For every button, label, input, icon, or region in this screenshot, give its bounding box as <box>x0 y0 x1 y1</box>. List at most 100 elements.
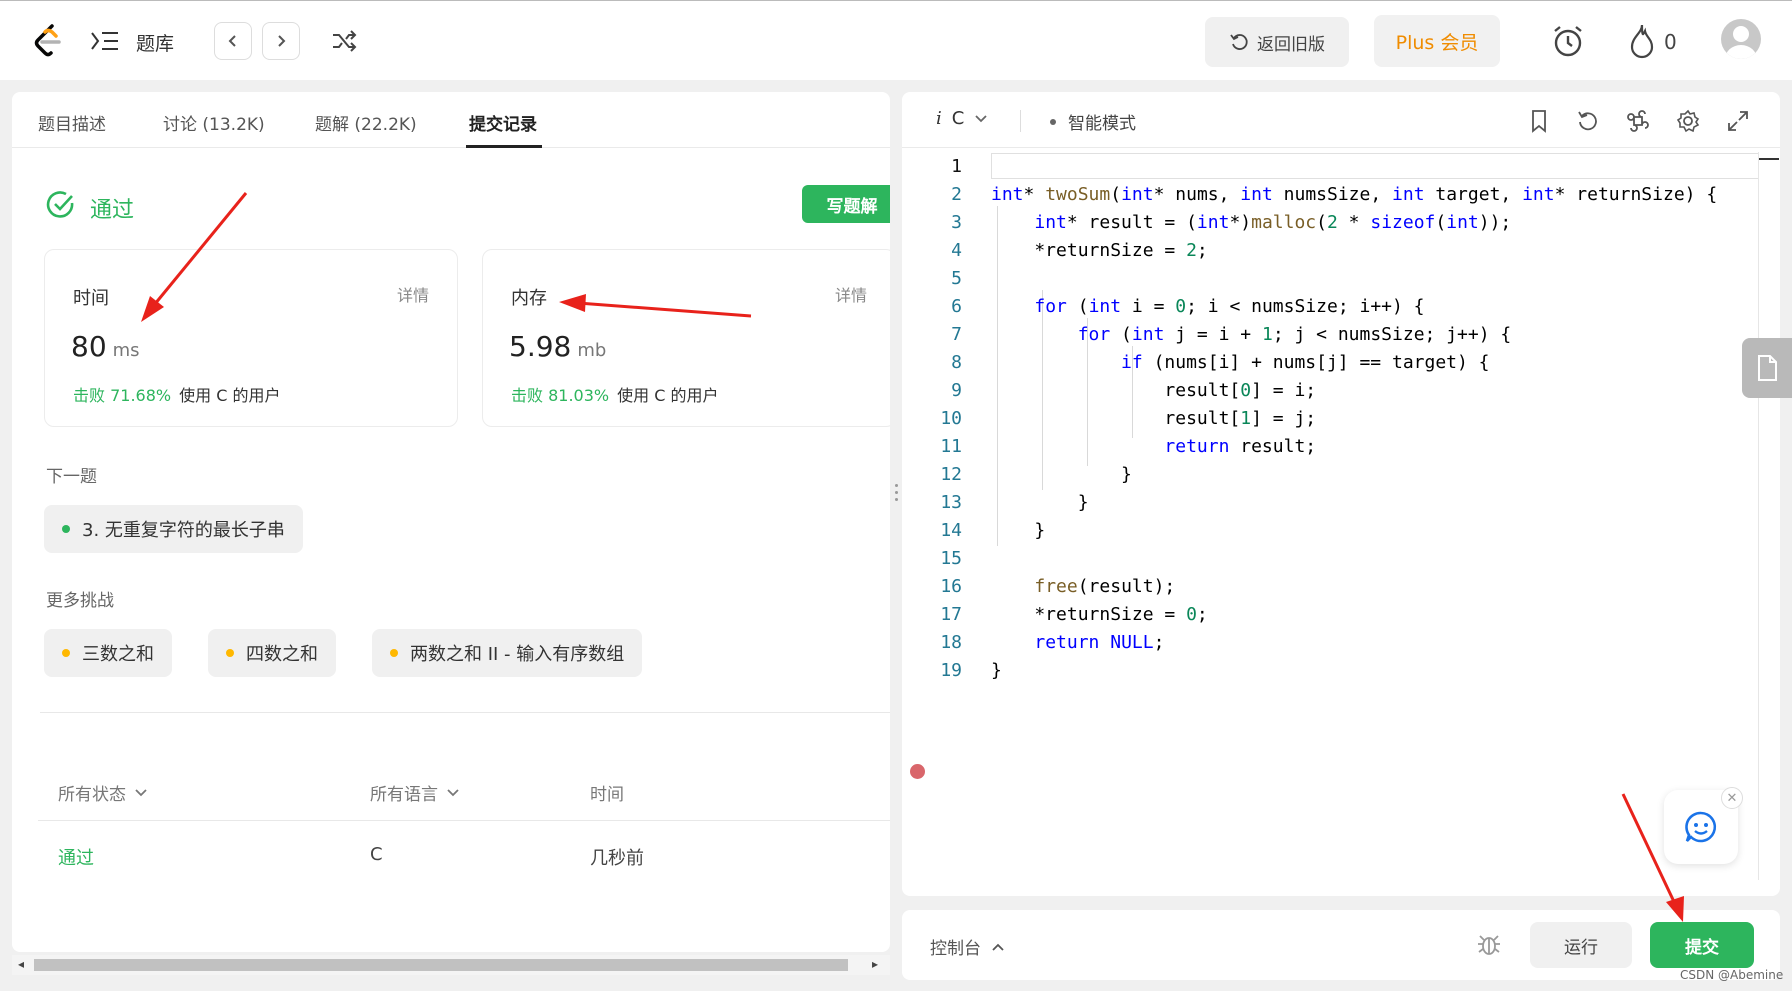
memory-detail-link[interactable]: 详情 <box>835 282 867 306</box>
chevron-down-icon <box>447 788 459 796</box>
settings-gear-icon[interactable] <box>1675 108 1701 134</box>
scroll-right-icon[interactable]: ▸ <box>872 957 878 971</box>
code-text: for (int j = i + 1; j < numsSize; j++) { <box>1077 324 1512 345</box>
line-number: 9 <box>951 380 962 401</box>
code-line: 1 <box>902 156 1772 184</box>
tab-description[interactable]: 题目描述 <box>38 110 106 135</box>
code-area[interactable]: 1 2 int* twoSum(int* nums, int numsSize, … <box>902 152 1772 892</box>
notes-side-tab[interactable] <box>1742 338 1792 398</box>
code-text: *returnSize = 0; <box>991 604 1208 625</box>
scroll-position-marker <box>1759 158 1779 160</box>
bookmark-icon[interactable] <box>1526 108 1552 134</box>
plus-membership-button[interactable]: Plus 会员 <box>1374 15 1500 67</box>
shuffle-icon[interactable] <box>330 27 358 55</box>
challenge-item[interactable]: 四数之和 <box>208 629 336 677</box>
line-number: 3 <box>951 212 962 233</box>
console-toggle[interactable]: 控制台 <box>930 934 1005 959</box>
tab-submissions[interactable]: 提交记录 <box>469 110 537 135</box>
challenge-label: 两数之和 II - 输入有序数组 <box>410 644 625 665</box>
next-problem-button[interactable] <box>262 22 300 60</box>
section-divider <box>40 712 890 713</box>
memory-card: 内存 详情 5.98 mb 击败 81.03% 使用 C 的用户 <box>482 249 890 427</box>
code-text: result[0] = i; <box>991 380 1317 401</box>
code-text: } <box>991 520 1046 541</box>
language-prefix: i <box>936 108 942 129</box>
leetcode-logo-icon[interactable] <box>32 23 66 59</box>
prev-problem-button[interactable] <box>214 22 252 60</box>
horizontal-scrollbar[interactable]: ◂ ▸ <box>12 955 890 975</box>
smart-mode-toggle[interactable]: 智能模式 <box>1050 109 1136 134</box>
row-status-link[interactable]: 通过 <box>58 844 94 870</box>
chat-close-button[interactable]: ✕ <box>1721 787 1743 809</box>
runtime-detail-link[interactable]: 详情 <box>397 282 429 306</box>
code-line: 16 free(result); <box>902 576 1772 604</box>
run-button[interactable]: 运行 <box>1530 922 1632 968</box>
old-version-label: 返回旧版 <box>1257 34 1325 55</box>
scroll-left-icon[interactable]: ◂ <box>18 957 24 971</box>
panel-resize-handle[interactable] <box>893 480 899 510</box>
difficulty-dot <box>62 525 70 533</box>
tab-discussion[interactable]: 讨论 (13.2K) <box>163 110 265 135</box>
chevron-down-icon <box>135 788 147 796</box>
problem-list-icon[interactable] <box>90 29 120 53</box>
runtime-beat-label: 击败 <box>73 386 106 405</box>
line-number: 7 <box>951 324 962 345</box>
challenge-label: 三数之和 <box>82 644 154 665</box>
code-text: if (nums[i] + nums[j] == target) { <box>1121 352 1490 373</box>
mode-dot <box>1050 118 1056 125</box>
editor-vertical-scrollbar[interactable] <box>1758 152 1779 880</box>
line-number: 12 <box>940 464 962 485</box>
close-icon: ✕ <box>1726 790 1738 806</box>
debug-bug-icon[interactable] <box>1475 930 1503 958</box>
toolbar-separator <box>1020 110 1021 132</box>
code-line: 15 <box>902 548 1772 576</box>
next-problem-link[interactable]: 3. 无重复字符的最长子串 <box>44 505 303 553</box>
avatar-placeholder-icon <box>1725 26 1757 59</box>
submission-status: 通过 <box>90 198 135 223</box>
user-avatar[interactable] <box>1721 19 1761 59</box>
line-number: 11 <box>940 436 962 457</box>
breakpoint-marker[interactable] <box>910 764 925 779</box>
language-label: C <box>951 108 965 129</box>
language-select[interactable]: i C <box>936 108 988 129</box>
fire-streak-icon[interactable] <box>1628 23 1656 59</box>
smart-mode-label: 智能模式 <box>1068 114 1136 134</box>
shortcut-command-icon[interactable] <box>1625 108 1651 134</box>
language-filter[interactable]: 所有语言 <box>370 780 460 805</box>
line-number: 16 <box>940 576 962 597</box>
status-filter-label: 所有状态 <box>58 785 126 805</box>
line-number: 8 <box>951 352 962 373</box>
difficulty-dot <box>390 649 398 657</box>
language-filter-label: 所有语言 <box>370 785 438 805</box>
code-line: 5 <box>902 268 1772 296</box>
memory-value: 5.98 <box>509 330 572 363</box>
write-solution-button[interactable]: 写题解 <box>802 185 890 223</box>
row-language: C <box>370 844 383 865</box>
memory-beat-label: 击败 <box>511 386 544 405</box>
line-number: 17 <box>940 604 962 625</box>
console-label: 控制台 <box>930 939 981 959</box>
challenge-label: 四数之和 <box>246 644 318 665</box>
problem-bank-link[interactable]: 题库 <box>136 29 174 56</box>
fullscreen-icon[interactable] <box>1725 108 1751 134</box>
check-circle-icon <box>46 191 74 218</box>
old-version-button[interactable]: 返回旧版 <box>1205 17 1349 67</box>
chevron-up-icon <box>992 943 1004 951</box>
alarm-clock-icon[interactable] <box>1550 23 1586 59</box>
line-number: 1 <box>951 156 962 177</box>
memory-unit: mb <box>577 340 607 361</box>
code-line: 12 } <box>902 464 1772 492</box>
submit-button[interactable]: 提交 <box>1650 922 1754 968</box>
challenge-item[interactable]: 两数之和 II - 输入有序数组 <box>372 629 643 677</box>
scrollbar-thumb[interactable] <box>34 959 848 971</box>
tab-solutions[interactable]: 题解 (22.2K) <box>315 110 417 135</box>
memory-value-row: 5.98 mb <box>509 330 606 363</box>
line-number: 4 <box>951 240 962 261</box>
reset-icon[interactable] <box>1575 108 1601 134</box>
challenge-item[interactable]: 三数之和 <box>44 629 172 677</box>
status-filter[interactable]: 所有状态 <box>58 780 148 805</box>
streak-count: 0 <box>1664 30 1677 54</box>
table-header-divider <box>38 820 890 821</box>
code-line: 2 int* twoSum(int* nums, int numsSize, in… <box>902 184 1772 212</box>
runtime-value: 80 <box>71 330 107 363</box>
